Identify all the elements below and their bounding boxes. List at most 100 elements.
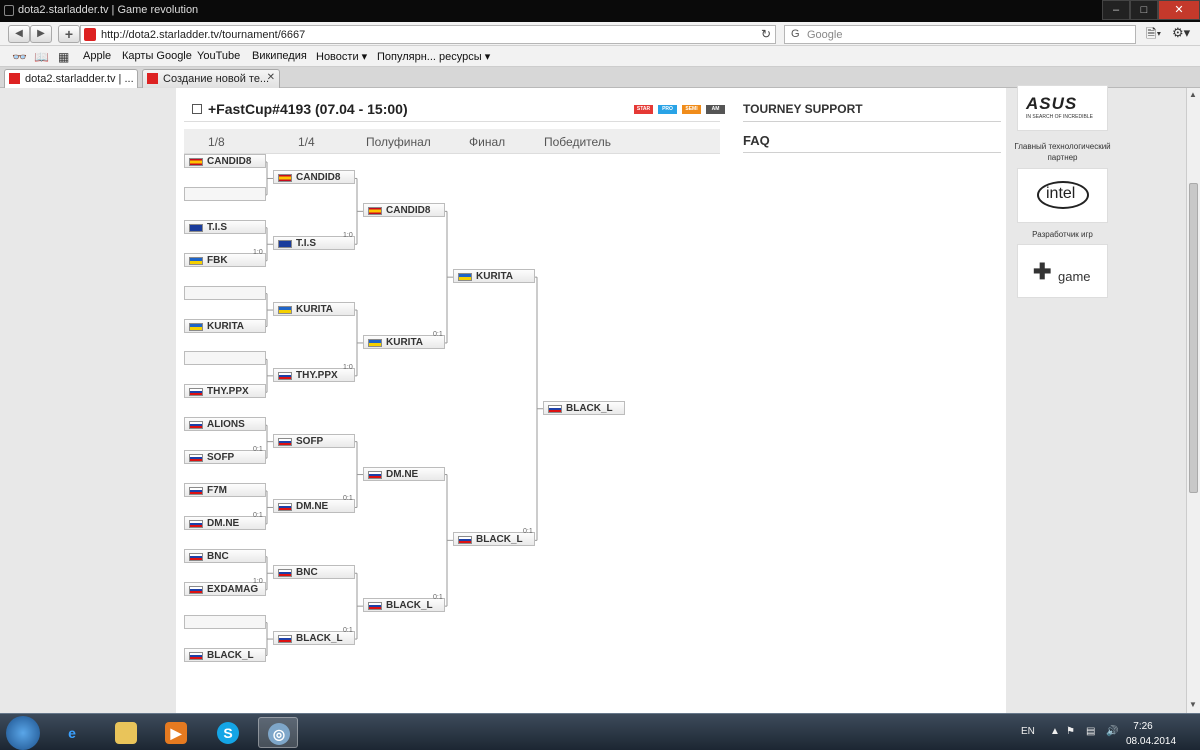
browser-toolbar: ◀ ▶ + http://dota2.starladder.tv/tournam… [0, 22, 1200, 46]
team-slot[interactable]: BLACK_L [543, 400, 625, 415]
team-name: SOFP [207, 452, 235, 464]
volume-icon[interactable]: 🔊 [1106, 726, 1118, 737]
match-score: 1:0 [343, 363, 353, 371]
bookmarks-bar: 👓 📖 ▦ Apple Карты Google YouTube Википед… [0, 46, 1200, 67]
country-flag-icon [458, 273, 472, 282]
team-slot[interactable]: CANDID8 [363, 203, 445, 218]
start-button[interactable] [6, 716, 40, 750]
4game-mark-icon: ✚ [1033, 259, 1052, 284]
match-score: 0:1 [523, 528, 533, 536]
skype-icon: S [217, 722, 239, 744]
back-button[interactable]: ◀ [8, 25, 30, 43]
team-name: DM.NE [296, 501, 329, 513]
4game-logo: game [1058, 269, 1091, 284]
bookmark-popular[interactable]: Популярн... ресурсы ▾ [377, 50, 490, 63]
grid-icon[interactable]: ▦ [58, 50, 69, 64]
bookmark-wikipedia[interactable]: Википедия [252, 50, 307, 62]
search-placeholder: Google [807, 29, 843, 41]
team-name: BLACK_L [476, 534, 523, 546]
team-slot[interactable]: SOFP [273, 433, 355, 448]
4game-banner[interactable]: ✚ game [1017, 244, 1108, 298]
scroll-thumb[interactable] [1189, 183, 1198, 493]
flag-icon[interactable]: ⚑ [1066, 726, 1075, 737]
bookmark-apple[interactable]: Apple [83, 50, 111, 62]
team-slot[interactable]: THY.PPX [184, 384, 266, 399]
clock-date: 08.04.2014 [1126, 736, 1177, 747]
search-input[interactable]: G Google [784, 25, 1136, 44]
address-bar[interactable]: http://dota2.starladder.tv/tournament/66… [80, 25, 776, 44]
team-slot[interactable]: BNC [184, 548, 266, 563]
country-flag-icon [189, 454, 203, 463]
scroll-up-icon[interactable]: ▲ [1189, 90, 1197, 99]
match-score: 0:1 [343, 627, 353, 635]
team-slot[interactable]: CANDID8 [273, 170, 355, 185]
maximize-button[interactable]: □ [1130, 0, 1158, 20]
team-name: BNC [296, 567, 318, 579]
window-title: dota2.starladder.tv | Game revolution [18, 4, 199, 16]
team-slot[interactable]: ALIONS [184, 417, 266, 432]
taskbar-explorer[interactable] [106, 717, 146, 748]
asus-tagline: IN SEARCH OF INCREDIBLE [1026, 114, 1093, 120]
forward-button[interactable]: ▶ [30, 25, 52, 43]
tab-label: Создание новой те... [163, 73, 270, 85]
team-slot[interactable]: BNC [273, 565, 355, 580]
empty-team-slot[interactable] [184, 186, 266, 201]
country-flag-icon [189, 651, 203, 660]
taskbar-skype[interactable]: S [208, 717, 248, 748]
team-name: EXDAMAG [207, 583, 259, 595]
tab-close-icon[interactable]: ✕ [267, 72, 275, 83]
page-scrollbar[interactable]: ▲ ▼ [1186, 88, 1200, 713]
team-name: KURITA [476, 271, 514, 283]
empty-team-slot[interactable] [184, 285, 266, 300]
bookmark-news[interactable]: Новости ▾ [316, 50, 367, 63]
country-flag-icon [278, 437, 292, 446]
country-flag-icon [189, 223, 203, 232]
gear-icon[interactable]: ⚙▾ [1172, 25, 1190, 41]
country-flag-icon [189, 585, 203, 594]
opera-icon [4, 5, 14, 16]
match-score: 0:1 [343, 495, 353, 503]
team-slot[interactable]: KURITA [273, 302, 355, 317]
search-icon: G [791, 28, 800, 40]
bookmark-google-maps[interactable]: Карты Google [122, 50, 192, 62]
team-slot[interactable]: CANDID8 [184, 154, 266, 168]
tab-new-topic[interactable]: Создание новой те... ✕ [142, 69, 280, 88]
team-name: BLACK_L [207, 649, 254, 661]
team-name: T.I.S [207, 221, 228, 233]
match-score: 0:1 [433, 330, 443, 338]
team-slot[interactable]: T.I.S [184, 219, 266, 234]
bookmark-youtube[interactable]: YouTube [197, 50, 240, 62]
page-menu-icon[interactable]: 🗎▾ [1146, 25, 1161, 47]
network-icon[interactable]: ▤ [1086, 726, 1095, 737]
team-slot[interactable]: DM.NE [363, 466, 445, 481]
book-icon[interactable]: 📖 [34, 50, 49, 64]
team-slot[interactable]: KURITA [453, 269, 535, 284]
taskbar-media-player[interactable]: ▶ [156, 717, 196, 748]
country-flag-icon [278, 635, 292, 644]
team-name: ALIONS [207, 419, 245, 431]
clock[interactable]: 7:26 08.04.2014 [1126, 721, 1177, 747]
tab-starladder[interactable]: dota2.starladder.tv | ... [4, 69, 138, 88]
team-slot[interactable]: KURITA [184, 318, 266, 333]
scroll-down-icon[interactable]: ▼ [1189, 700, 1197, 709]
empty-team-slot[interactable] [184, 614, 266, 629]
new-tab-button[interactable]: + [58, 25, 80, 43]
taskbar-ie[interactable]: e [52, 717, 92, 748]
intel-banner[interactable]: intel [1017, 168, 1108, 223]
country-flag-icon [368, 602, 382, 611]
country-flag-icon [278, 174, 292, 183]
opera-browser-icon: ◎ [268, 723, 290, 745]
taskbar-opera[interactable]: ◎ [258, 717, 298, 748]
reading-icon[interactable]: 👓 [12, 50, 27, 64]
reload-icon[interactable]: ↻ [761, 27, 771, 41]
close-button[interactable]: ✕ [1158, 0, 1200, 20]
team-name: BLACK_L [296, 633, 343, 645]
language-indicator[interactable]: EN [1021, 726, 1035, 737]
asus-banner[interactable]: ASUS IN SEARCH OF INCREDIBLE [1017, 85, 1108, 131]
team-slot[interactable]: F7M [184, 483, 266, 497]
tray-arrow-icon[interactable]: ▲ [1050, 726, 1060, 737]
team-slot[interactable]: BLACK_L [184, 647, 266, 662]
team-name: THY.PPX [207, 386, 249, 398]
minimize-button[interactable]: – [1102, 0, 1130, 20]
empty-team-slot[interactable] [184, 351, 266, 366]
